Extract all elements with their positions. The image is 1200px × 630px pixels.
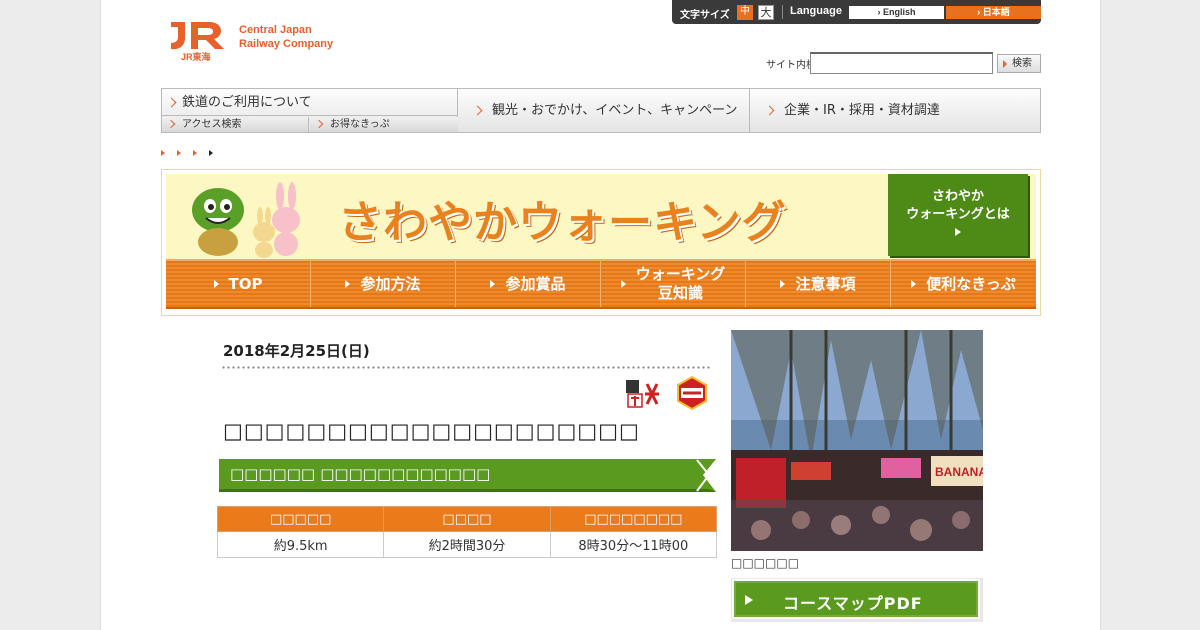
breadcrumb-arrow-icon[interactable] <box>177 150 181 156</box>
svg-text:JR東海: JR東海 <box>181 51 211 62</box>
nav-railway-label: 鉄道のご利用について <box>182 95 312 110</box>
nav-deal-tickets[interactable]: お得なきっぷ <box>310 117 458 132</box>
arrow-right-icon <box>490 280 496 288</box>
jr-central-logo[interactable]: JR東海 Central Japan Railway Company <box>167 18 357 64</box>
search-input[interactable] <box>810 52 993 74</box>
arrow-right-icon <box>911 280 917 288</box>
font-size-large-button[interactable]: 大 <box>758 5 774 20</box>
distance-value: 約9.5km <box>216 531 385 558</box>
jr-logo-icon: JR東海 <box>171 22 224 62</box>
chevron-right-icon <box>472 105 483 116</box>
svg-text:BANANA: BANANA <box>935 465 983 479</box>
course-name: □□□□□□ □□□□□□□□□□□□ <box>230 465 491 483</box>
language-japanese-label: 日本語 <box>982 7 1010 17</box>
advanced-walker-badge-icon <box>677 376 707 410</box>
nav-corporate[interactable]: 企業・IR・採用・資材調達 <box>750 89 1041 132</box>
nav-access-search[interactable]: アクセス検索 <box>162 117 309 132</box>
section-nav-label: TOP <box>228 274 263 293</box>
search-button[interactable]: 検索 <box>997 54 1041 73</box>
table-header: □□□□ <box>383 506 551 532</box>
mascot-characters-icon <box>192 182 300 258</box>
chevron-right-icon <box>314 119 324 129</box>
table-header-row: □□□□□ □□□□ □□□□□□□□ <box>216 506 718 532</box>
provisional-badge-icon <box>626 380 659 408</box>
chevron-right-icon <box>166 119 176 129</box>
banner-header: さわやかウォーキング さわやか ウォーキングとは <box>166 174 1036 259</box>
section-nav-label: ウォーキング 豆知識 <box>635 265 726 302</box>
page: JR東海 Central Japan Railway Company 文字サイズ… <box>100 0 1101 630</box>
font-size-label: 文字サイズ <box>680 10 730 21</box>
global-nav: 鉄道のご利用について アクセス検索 お得なきっぷ 観光・おでかけ、イベント、キャ… <box>161 88 1041 133</box>
dotted-divider <box>221 366 712 369</box>
event-info-table: □□□□□ □□□□ □□□□□□□□ 約9.5km 約2時間30分 8時30分… <box>216 506 718 558</box>
about-walking-link[interactable]: さわやか ウォーキングとは <box>888 174 1028 256</box>
section-nav-tickets[interactable]: 便利なきっぷ <box>891 261 1036 307</box>
table-header: □□□□□□□□ <box>549 506 718 532</box>
nav-corporate-label: 企業・IR・採用・資材調達 <box>784 103 940 118</box>
walking-banner: さわやかウォーキング さわやか ウォーキングとは TOP 参加方法 参加賞品 ウ… <box>161 169 1041 316</box>
event-photo: BANANA <box>731 330 983 551</box>
table-header: □□□□□ <box>216 506 385 532</box>
arrow-right-icon <box>213 280 219 288</box>
pdf-button-label: コースマップPDF <box>783 594 923 613</box>
nav-tourism-label: 観光・おでかけ、イベント、キャンペーン <box>492 103 738 118</box>
nav-railway[interactable]: 鉄道のご利用について <box>162 89 458 116</box>
arrow-right-icon <box>780 280 786 288</box>
section-nav-prizes[interactable]: 参加賞品 <box>456 261 601 307</box>
arrow-right-icon <box>345 280 351 288</box>
font-size-medium-button[interactable]: 中 <box>737 5 753 20</box>
language-english-label: English <box>882 7 916 17</box>
chevron-right-icon <box>166 97 177 108</box>
course-name-bar: □□□□□□ □□□□□□□□□□□□ <box>219 459 716 492</box>
company-name-line1: Central Japan <box>239 24 312 36</box>
section-nav-how-to-join[interactable]: 参加方法 <box>311 261 456 307</box>
chevron-right-icon <box>764 105 775 116</box>
nav-deal-tickets-label: お得なきっぷ <box>330 119 390 130</box>
section-nav-label: 参加賞品 <box>505 274 566 293</box>
section-nav-label: 便利なきっぷ <box>926 274 1016 293</box>
company-name: Central Japan Railway Company <box>239 23 333 51</box>
divider <box>782 5 783 19</box>
banner-title: さわやかウォーキング <box>338 197 787 248</box>
section-nav-cautions[interactable]: 注意事項 <box>746 261 891 307</box>
section-nav-label: 注意事項 <box>795 274 856 293</box>
nav-railway-group: 鉄道のご利用について アクセス検索 お得なきっぷ <box>162 89 458 132</box>
language-label: Language <box>790 5 842 17</box>
breadcrumb-arrow-icon[interactable] <box>193 150 197 156</box>
duration-value: 約2時間30分 <box>383 531 551 558</box>
about-line2: ウォーキングとは <box>906 207 1010 222</box>
section-nav: TOP 参加方法 参加賞品 ウォーキング 豆知識 注意事項 便利なきっぷ <box>166 259 1036 309</box>
play-arrow-icon <box>955 228 961 236</box>
breadcrumb-arrow-icon[interactable] <box>161 150 165 156</box>
utility-bar: 文字サイズ 中 大 Language › English › 日本語 <box>672 0 1041 24</box>
section-nav-label: 参加方法 <box>360 274 421 293</box>
company-name-line2: Railway Company <box>239 38 334 50</box>
course-map-pdf-button[interactable]: コースマップPDF <box>731 578 983 622</box>
section-nav-top[interactable]: TOP <box>166 261 311 307</box>
language-japanese-link[interactable]: › 日本語 <box>946 6 1041 19</box>
breadcrumb-arrow-icon <box>209 150 213 156</box>
about-line1: さわやか <box>931 189 984 204</box>
event-date: 2018年2月25日(日) <box>223 342 370 360</box>
event-title: □□□□□□□□□□□□□□□□□□□□ <box>223 419 640 443</box>
language-english-link[interactable]: › English <box>849 6 944 19</box>
section-nav-walking-tips[interactable]: ウォーキング 豆知識 <box>601 261 746 307</box>
nav-tourism[interactable]: 観光・おでかけ、イベント、キャンペーン <box>458 89 750 132</box>
photo-caption: □□□□□□ <box>731 556 800 570</box>
arrow-right-icon <box>620 280 626 288</box>
table-row: 約9.5km 約2時間30分 8時30分～11時00 <box>216 531 718 558</box>
reception-time-value: 8時30分～11時00 <box>549 531 718 558</box>
nav-access-search-label: アクセス検索 <box>182 119 242 130</box>
